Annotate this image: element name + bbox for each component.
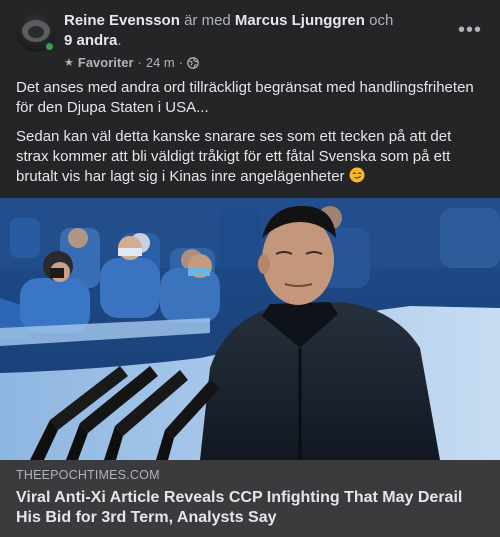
globe-icon[interactable] xyxy=(187,56,199,69)
post-body: Det anses med andra ord tillräckligt beg… xyxy=(16,78,486,196)
smirk-emoji-icon xyxy=(349,167,365,183)
post-card: Reine Evensson är med Marcus Ljunggren o… xyxy=(0,0,500,537)
post-header: Reine Evensson är med Marcus Ljunggren o… xyxy=(0,0,500,74)
others-link[interactable]: 9 andra xyxy=(64,32,117,49)
meta-separator: · xyxy=(137,55,142,70)
post-meta: ★ Favoriter · 24 m · xyxy=(64,55,199,70)
audience-label[interactable]: Favoriter xyxy=(78,55,134,70)
avatar-shape-inner xyxy=(28,26,44,38)
link-domain: THEEPOCHTIMES.COM xyxy=(16,468,160,482)
author-name[interactable]: Reine Evensson xyxy=(64,12,180,29)
meta-separator-2: · xyxy=(178,55,184,70)
star-icon: ★ xyxy=(64,57,74,69)
link-headline[interactable]: Viral Anti-Xi Article Reveals CCP Infigh… xyxy=(16,488,486,528)
more-icon[interactable]: ••• xyxy=(458,20,482,40)
with-text: är med xyxy=(184,12,231,29)
post-paragraph-1: Det anses med andra ord tillräckligt beg… xyxy=(16,79,474,116)
link-preview-image[interactable] xyxy=(0,198,500,460)
link-preview[interactable]: THEEPOCHTIMES.COM Viral Anti-Xi Article … xyxy=(0,460,500,537)
and-text: och xyxy=(369,12,394,29)
online-status-dot xyxy=(44,41,55,52)
tagged-person-name[interactable]: Marcus Ljunggren xyxy=(235,12,365,29)
timestamp[interactable]: 24 m xyxy=(146,55,175,70)
period-text: . xyxy=(117,32,122,49)
press-photo xyxy=(0,198,500,460)
post-author-line: Reine Evensson är med Marcus Ljunggren o… xyxy=(64,11,434,51)
post-paragraph-2-wrap: Sedan kan väl detta kanske snarare ses s… xyxy=(16,127,486,187)
post-paragraph-2: Sedan kan väl detta kanske snarare ses s… xyxy=(16,128,452,185)
